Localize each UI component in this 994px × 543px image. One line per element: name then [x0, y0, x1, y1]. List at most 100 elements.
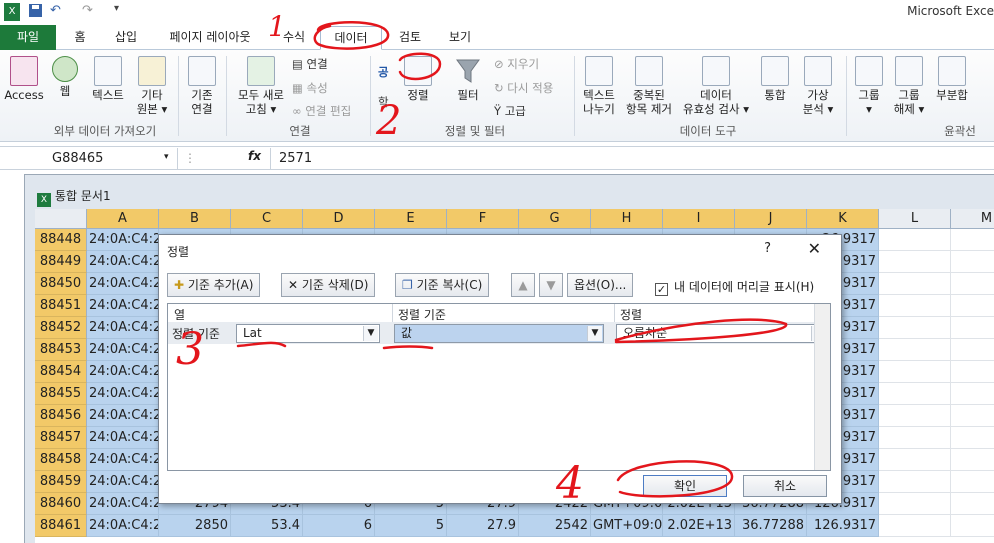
remove-duplicates-button[interactable]: 중복된 항목 제거 [622, 56, 676, 116]
redo-icon[interactable]: ↷ [82, 3, 93, 21]
table-cell[interactable]: 24:0A:C4:2 [87, 361, 159, 383]
table-cell[interactable]: 24:0A:C4:2 [87, 251, 159, 273]
row-header[interactable]: 88452 [35, 317, 87, 339]
column-header-l[interactable]: L [879, 209, 951, 229]
clear-filter-button[interactable]: ⊘ 지우기 [494, 56, 539, 72]
table-cell[interactable]: 126.9317 [807, 515, 879, 537]
advanced-filter-button[interactable]: Ÿ 고급 [494, 103, 526, 119]
subtotal-button[interactable]: 부분합 [930, 56, 974, 102]
table-cell[interactable] [879, 229, 951, 251]
row-header[interactable]: 88456 [35, 405, 87, 427]
table-cell[interactable] [879, 493, 951, 515]
table-cell[interactable] [951, 317, 994, 339]
undo-icon[interactable]: ↶ [50, 3, 61, 21]
other-sources-button[interactable]: 기타 원본 ▾ [134, 56, 170, 116]
column-header-g[interactable]: G [519, 209, 591, 229]
existing-connections-button[interactable]: 기존 연결 [184, 56, 220, 116]
table-cell[interactable] [951, 251, 994, 273]
sort-button[interactable]: 정렬 [400, 56, 436, 102]
table-cell[interactable]: 24:0A:C4:2 [87, 295, 159, 317]
table-cell[interactable] [879, 449, 951, 471]
data-validation-button[interactable]: 데이터 유효성 검사 ▾ [678, 56, 754, 116]
save-icon[interactable] [28, 3, 44, 21]
formula-input[interactable]: 2571 [270, 148, 312, 169]
column-header-k[interactable]: K [807, 209, 879, 229]
close-icon[interactable]: ✕ [808, 239, 821, 258]
column-header-m[interactable]: M [951, 209, 994, 229]
ok-button[interactable]: 확인 [643, 475, 727, 497]
table-cell[interactable] [879, 405, 951, 427]
table-cell[interactable] [879, 273, 951, 295]
table-cell[interactable]: 24:0A:C4:2 [87, 493, 159, 515]
column-header-a[interactable]: A [87, 209, 159, 229]
name-box[interactable]: G88465 [2, 148, 178, 169]
consolidate-button[interactable]: 통합 [756, 56, 794, 102]
sort-descending-button[interactable]: 학 [378, 94, 389, 110]
column-header-b[interactable]: B [159, 209, 231, 229]
table-cell[interactable]: GMT+09:0 [591, 515, 663, 537]
table-cell[interactable]: 5 [375, 515, 447, 537]
ungroup-button[interactable]: 그룹 해제 ▾ [890, 56, 928, 116]
table-cell[interactable] [879, 295, 951, 317]
table-cell[interactable] [879, 471, 951, 493]
column-header-f[interactable]: F [447, 209, 519, 229]
row-header[interactable]: 88461 [35, 515, 87, 537]
table-cell[interactable]: 24:0A:C4:2 [87, 515, 159, 537]
table-cell[interactable] [951, 427, 994, 449]
table-cell[interactable]: 36.77288 [735, 515, 807, 537]
table-cell[interactable]: 24:0A:C4:2 [87, 383, 159, 405]
row-header[interactable]: 88449 [35, 251, 87, 273]
column-header-e[interactable]: E [375, 209, 447, 229]
edit-links-button[interactable]: ∞ 연결 편집 [292, 103, 351, 119]
table-cell[interactable] [879, 383, 951, 405]
column-header-c[interactable]: C [231, 209, 303, 229]
table-cell[interactable] [951, 383, 994, 405]
text-to-columns-button[interactable]: 텍스트 나누기 [578, 56, 620, 116]
sort-level-row[interactable]: 정렬 기준 Lat▼ 값▼ 오름차순▼ [168, 322, 828, 344]
tab-formulas[interactable]: 수식 [274, 26, 314, 50]
table-cell[interactable]: 24:0A:C4:2 [87, 427, 159, 449]
move-down-button[interactable]: ▼ [539, 273, 563, 297]
table-cell[interactable]: 2850 [159, 515, 231, 537]
row-header[interactable]: 88457 [35, 427, 87, 449]
table-cell[interactable]: 24:0A:C4:2 [87, 449, 159, 471]
row-header[interactable]: 88451 [35, 295, 87, 317]
table-cell[interactable] [879, 317, 951, 339]
tab-view[interactable]: 보기 [440, 26, 480, 50]
add-level-button[interactable]: ✚ 기준 추가(A) [167, 273, 261, 297]
table-cell[interactable] [879, 251, 951, 273]
table-cell[interactable] [879, 361, 951, 383]
reapply-button[interactable]: ↻ 다시 적용 [494, 80, 553, 96]
tab-data[interactable]: 데이터 [320, 26, 382, 50]
connections-button[interactable]: ▤ 연결 [292, 56, 328, 72]
table-cell[interactable] [951, 295, 994, 317]
table-cell[interactable]: 24:0A:C4:2 [87, 339, 159, 361]
cancel-button[interactable]: 취소 [743, 475, 827, 497]
row-header[interactable]: 88460 [35, 493, 87, 515]
table-cell[interactable]: 24:0A:C4:2 [87, 317, 159, 339]
refresh-all-button[interactable]: 모두 새로 고침 ▾ [232, 56, 290, 116]
table-cell[interactable] [951, 273, 994, 295]
customize-qat-icon[interactable]: ▾ [114, 3, 119, 21]
table-cell[interactable] [951, 405, 994, 427]
insert-function-icon[interactable]: fx [248, 149, 261, 163]
properties-button[interactable]: ▦ 속성 [292, 80, 328, 96]
row-header[interactable]: 88455 [35, 383, 87, 405]
filter-button[interactable]: 필터 [450, 56, 486, 102]
group-button[interactable]: 그룹 ▾ [852, 56, 886, 116]
delete-level-button[interactable]: ✕ 기준 삭제(D) [281, 273, 376, 297]
column-header-j[interactable]: J [735, 209, 807, 229]
vertical-scrollbar[interactable] [814, 304, 830, 470]
text-import-button[interactable]: 텍스트 [86, 56, 130, 102]
column-select[interactable]: Lat ▼ [236, 324, 380, 343]
table-cell[interactable] [951, 449, 994, 471]
row-header[interactable]: 88458 [35, 449, 87, 471]
table-cell[interactable]: 27.9 [447, 515, 519, 537]
column-header-i[interactable]: I [663, 209, 735, 229]
column-header-d[interactable]: D [303, 209, 375, 229]
order-select[interactable]: 오름차순▼ [616, 324, 828, 343]
row-header[interactable]: 88453 [35, 339, 87, 361]
table-cell[interactable] [951, 229, 994, 251]
name-box-dropdown-icon[interactable]: ▾ [164, 152, 169, 162]
sort-on-select[interactable]: 값 ▼ [394, 324, 604, 343]
